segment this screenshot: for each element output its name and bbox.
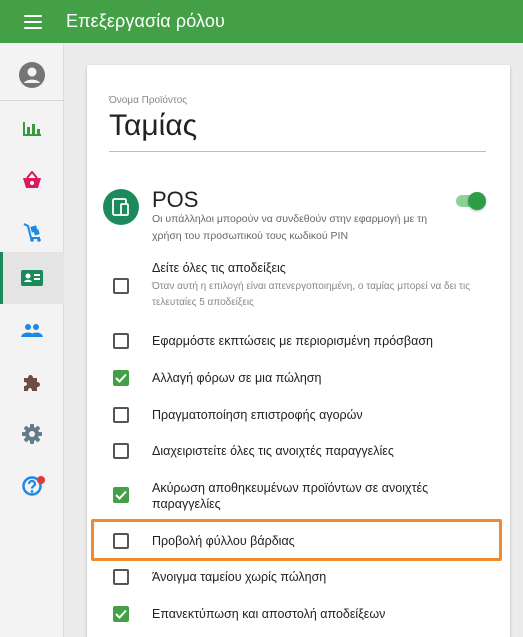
sidebar-item-settings[interactable] xyxy=(0,408,64,460)
permission-label: Πραγματοποίηση επιστροφής αγορών xyxy=(152,408,363,422)
permission-label: Αλλαγή φόρων σε μια πώληση xyxy=(152,371,322,385)
people-icon xyxy=(21,324,43,337)
permission-checkbox[interactable] xyxy=(113,370,129,386)
permission-checkbox[interactable] xyxy=(113,443,129,459)
permission-label: Προβολή φύλλου βάρδιας xyxy=(152,534,295,548)
sidebar-item-employees[interactable] xyxy=(0,252,64,304)
permission-checkbox[interactable] xyxy=(113,487,129,503)
permission-checkbox[interactable] xyxy=(113,533,129,549)
check-icon xyxy=(115,490,127,500)
permission-checkbox[interactable] xyxy=(113,278,129,294)
notification-badge xyxy=(37,476,45,484)
permission-checkbox[interactable] xyxy=(113,606,129,622)
permission-label: Ακύρωση αποθηκευμένων προϊόντων σε ανοιχ… xyxy=(152,481,429,511)
sidebar-item-items[interactable] xyxy=(0,154,64,206)
sidebar xyxy=(0,43,64,637)
puzzle-icon xyxy=(24,375,40,391)
sidebar-item-integrations[interactable] xyxy=(0,356,64,408)
check-icon xyxy=(115,609,127,619)
gear-icon xyxy=(22,424,42,444)
permission-label: Επανεκτύπωση και αποστολή αποδείξεων xyxy=(152,607,386,621)
sidebar-item-inventory[interactable] xyxy=(0,206,64,258)
permission-label: Δείτε όλες τις αποδείξεις xyxy=(152,261,286,275)
permission-checkbox[interactable] xyxy=(113,407,129,423)
bar-chart-icon xyxy=(23,122,41,136)
permission-label: Άνοιγμα ταμείου χωρίς πώληση xyxy=(152,570,327,584)
sidebar-item-help[interactable] xyxy=(0,460,64,512)
permission-hint: Όταν αυτή η επιλογή είναι απενεργοποιημέ… xyxy=(152,281,471,308)
sidebar-divider xyxy=(0,100,64,101)
permissions-list: Δείτε όλες τις αποδείξεις Όταν αυτή η επ… xyxy=(87,0,510,637)
check-icon xyxy=(115,373,127,383)
permission-label: Διαχειριστείτε όλες τις ανοιχτές παραγγε… xyxy=(152,444,394,458)
account-icon xyxy=(19,62,45,88)
sidebar-item-reports[interactable] xyxy=(0,102,64,154)
basket-icon xyxy=(23,171,41,188)
permission-checkbox[interactable] xyxy=(113,333,129,349)
sidebar-item-account[interactable] xyxy=(0,49,64,101)
menu-icon[interactable] xyxy=(24,14,42,29)
permission-label: Εφαρμόστε εκπτώσεις με περιορισμένη πρόσ… xyxy=(152,334,433,348)
sidebar-item-customers[interactable] xyxy=(0,304,64,356)
cart-icon xyxy=(23,223,41,242)
id-card-icon xyxy=(21,270,43,286)
permission-checkbox[interactable] xyxy=(113,569,129,585)
